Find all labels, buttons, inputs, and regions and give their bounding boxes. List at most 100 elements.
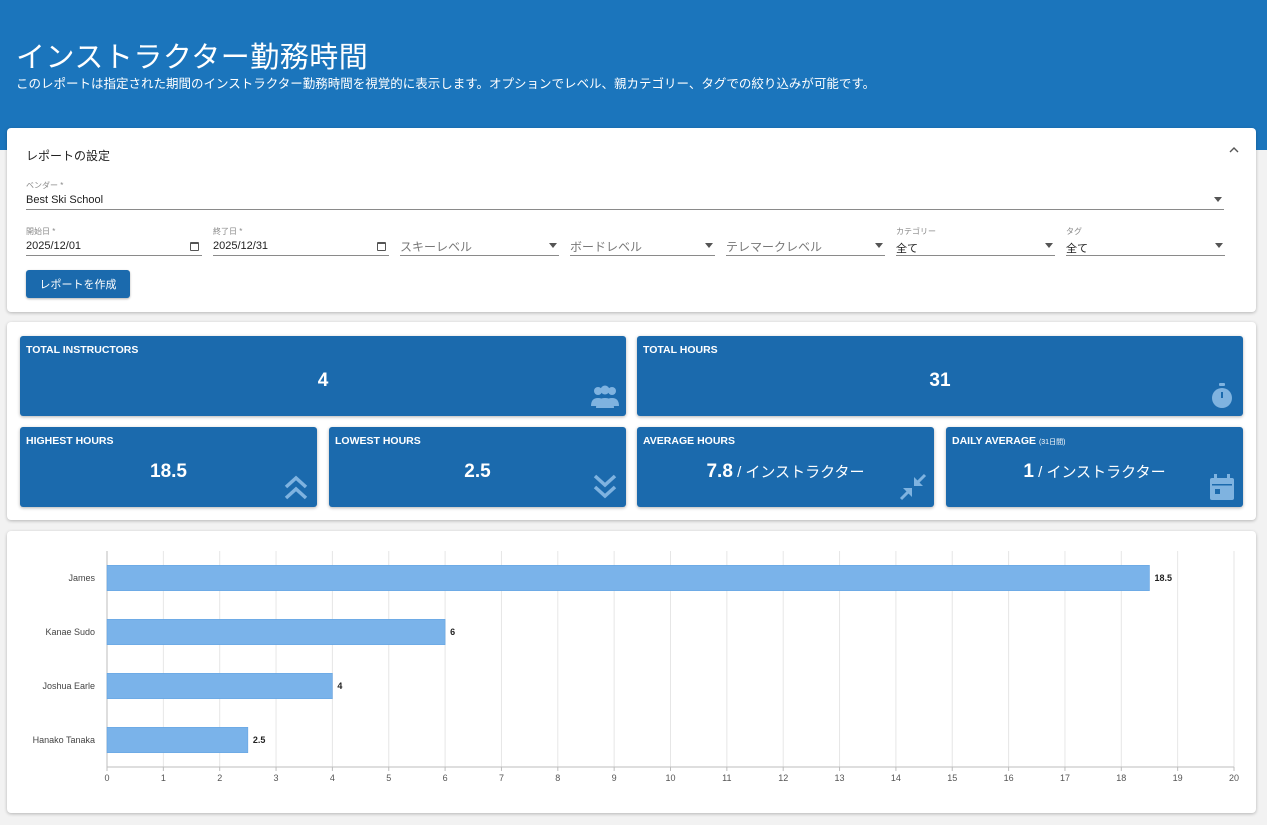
stat-label: TOTAL HOURS [643, 344, 718, 356]
caret-down-icon [875, 243, 883, 248]
telemark-level-placeholder: テレマークレベル [726, 240, 823, 254]
compress-arrows-icon [899, 473, 927, 501]
report-settings-panel: レポートの設定 ベンダー * Best Ski School 開始日 * 202… [7, 128, 1256, 312]
x-tick-label: 10 [665, 773, 675, 783]
ski-level-placeholder: スキーレベル [400, 240, 473, 254]
x-tick-label: 7 [499, 773, 504, 783]
start-date-value: 2025/12/01 [26, 240, 82, 252]
stat-value: 4 [317, 370, 329, 391]
page-subtitle: このレポートは指定された期間のインストラクター勤務時間を視覚的に表示します。オプ… [16, 77, 876, 91]
calendar-icon [1210, 474, 1234, 500]
group-icon [591, 385, 619, 408]
bar [106, 727, 249, 753]
tag-value: 全て [1066, 243, 1088, 255]
ski-level-select[interactable]: スキーレベル [400, 226, 559, 256]
bar [106, 673, 333, 699]
start-date-label: 開始日 * [26, 227, 56, 236]
x-tick-label: 19 [1173, 773, 1183, 783]
stat-value: 1 / インストラクター [946, 461, 1243, 483]
caret-down-icon [1214, 197, 1222, 202]
stat-number: 1 [1023, 461, 1034, 482]
double-chevron-up-icon [284, 475, 308, 500]
calendar-icon[interactable] [190, 242, 199, 251]
board-level-placeholder: ボードレベル [570, 240, 643, 254]
caret-down-icon [549, 243, 557, 248]
vendor-select[interactable]: ベンダー * Best Ski School [26, 180, 1224, 210]
x-tick-label: 9 [612, 773, 617, 783]
stat-label: AVERAGE HOURS [643, 435, 735, 447]
x-tick-label: 16 [1004, 773, 1014, 783]
board-level-select[interactable]: ボードレベル [570, 226, 715, 256]
tag-select[interactable]: タグ 全て [1066, 226, 1225, 256]
calendar-icon[interactable] [377, 242, 386, 251]
page-title: インストラクター勤務時間 [16, 42, 369, 74]
stat-unit: / インストラクター [732, 464, 865, 481]
x-tick-label: 20 [1229, 773, 1239, 783]
x-tick-label: 4 [330, 773, 335, 783]
stopwatch-icon [1212, 383, 1232, 408]
x-tick-label: 18 [1116, 773, 1126, 783]
end-date-value: 2025/12/31 [213, 240, 269, 252]
bar-value-label: 6 [450, 627, 455, 637]
stat-label: HIGHEST HOURS [26, 435, 114, 447]
x-tick-label: 8 [555, 773, 560, 783]
telemark-level-select[interactable]: テレマークレベル [726, 226, 885, 256]
create-report-button[interactable]: レポートを作成 [26, 270, 130, 298]
stat-value: 31 [929, 370, 951, 391]
stat-value: 7.8 / インストラクター [637, 461, 934, 483]
x-tick-label: 15 [947, 773, 957, 783]
x-tick-label: 13 [835, 773, 845, 783]
x-tick-label: 0 [104, 773, 109, 783]
category-select[interactable]: カテゴリー 全て [896, 226, 1055, 256]
tag-label: タグ [1066, 227, 1082, 236]
start-date-field[interactable]: 開始日 * 2025/12/01 [26, 226, 202, 256]
stat-total-hours: TOTAL HOURS 31 [637, 336, 1243, 416]
caret-down-icon [1215, 243, 1223, 248]
stat-value: 2.5 [464, 461, 491, 482]
stat-total-instructors: TOTAL INSTRUCTORS 4 [20, 336, 626, 416]
x-tick-label: 2 [217, 773, 222, 783]
bar [106, 619, 446, 645]
stat-daily-average: DAILY AVERAGE (31日間) 1 / インストラクター [946, 427, 1243, 507]
vendor-value: Best Ski School [26, 194, 104, 206]
stat-label-note: (31日間) [1038, 439, 1066, 446]
double-chevron-down-icon [593, 474, 617, 499]
stat-average-hours: AVERAGE HOURS 7.8 / インストラクター [637, 427, 934, 507]
bar [106, 565, 1150, 591]
caret-down-icon [1045, 243, 1053, 248]
category-label: カテゴリー [896, 227, 936, 236]
end-date-label: 終了日 * [213, 227, 243, 236]
x-tick-label: 14 [891, 773, 901, 783]
stat-label-text: DAILY AVERAGE [952, 435, 1037, 447]
y-category-label: James [68, 573, 95, 583]
end-date-field[interactable]: 終了日 * 2025/12/31 [213, 226, 389, 256]
stats-panel: TOTAL INSTRUCTORS 4 TOTAL HOURS 31 HIGHE… [7, 322, 1256, 520]
x-tick-label: 11 [722, 773, 731, 783]
stat-unit: / インストラクター [1033, 464, 1166, 481]
y-category-label: Hanako Tanaka [33, 735, 95, 745]
caret-down-icon [705, 243, 713, 248]
stat-lowest-hours: LOWEST HOURS 2.5 [329, 427, 626, 507]
stat-label: DAILY AVERAGE (31日間) [952, 435, 1065, 447]
settings-title: レポートの設定 [26, 149, 111, 163]
stat-highest-hours: HIGHEST HOURS 18.5 [20, 427, 317, 507]
bar-value-label: 2.5 [253, 735, 266, 745]
y-category-label: Joshua Earle [42, 681, 95, 691]
stat-label: TOTAL INSTRUCTORS [26, 344, 139, 356]
stat-label: LOWEST HOURS [335, 435, 421, 447]
bar-value-label: 18.5 [1154, 573, 1172, 583]
x-tick-label: 3 [274, 773, 279, 783]
bar-chart: 0 1 2 3 4 5 6 7 8 9 10 11 12 13 14 15 16 17 18 19 20James 18.… [33, 551, 1239, 783]
x-tick-label: 17 [1060, 773, 1070, 783]
stat-number: 7.8 [706, 461, 733, 482]
x-tick-label: 1 [161, 773, 166, 783]
stat-value: 18.5 [150, 461, 187, 482]
x-tick-label: 5 [386, 773, 391, 783]
hours-chart: 0 1 2 3 4 5 6 7 8 9 10 11 12 13 14 15 16 17 18 19 20 James 18.… [7, 531, 1256, 813]
chevron-up-icon[interactable] [1228, 144, 1240, 156]
bar-value-label: 4 [337, 681, 342, 691]
category-value: 全て [896, 243, 918, 255]
x-tick-label: 6 [443, 773, 448, 783]
y-category-label: Kanae Sudo [45, 627, 95, 637]
x-tick-label: 12 [778, 773, 788, 783]
